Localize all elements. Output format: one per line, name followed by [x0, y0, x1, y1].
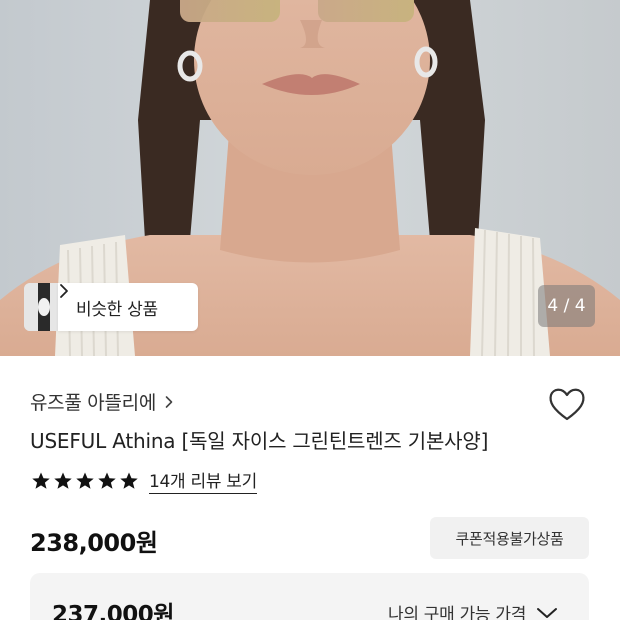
my-price-label: 나의 구매 가능 가격	[388, 605, 527, 620]
product-price: 238,000원	[30, 529, 158, 557]
star-icon	[32, 472, 50, 489]
heart-icon[interactable]	[548, 386, 586, 422]
star-icon	[54, 472, 72, 489]
similar-product-thumbnail[interactable]	[24, 283, 58, 331]
image-counter: 4 / 4	[538, 285, 595, 327]
rating-row: 14개 리뷰 보기	[31, 467, 257, 494]
product-title: USEFUL Athina [독일 자이스 그린틴트렌즈 기본사양]	[30, 429, 489, 453]
review-link[interactable]: 14개 리뷰 보기	[149, 467, 257, 494]
star-icon	[76, 472, 94, 489]
my-price-toggle[interactable]: 나의 구매 가능 가격	[388, 600, 558, 620]
similar-products-button[interactable]: 비슷한 상품	[58, 283, 198, 331]
similar-products-label: 비슷한 상품	[76, 299, 158, 320]
my-price-box[interactable]: 237,000원 나의 구매 가능 가격	[30, 573, 589, 620]
star-rating	[31, 471, 139, 491]
product-image-gallery[interactable]: 비슷한 상품 4 / 4	[0, 0, 620, 356]
my-price: 237,000원	[52, 602, 174, 620]
chevron-down-icon	[537, 607, 558, 618]
chevron-right-icon	[60, 284, 68, 298]
star-icon	[98, 472, 116, 489]
chevron-right-icon	[165, 395, 173, 408]
brand-name: 유즈풀 아뜰리에	[30, 392, 157, 414]
brand-link[interactable]: 유즈풀 아뜰리에	[30, 388, 174, 415]
star-icon	[120, 472, 138, 489]
coupon-badge: 쿠폰적용불가상품	[430, 517, 589, 559]
